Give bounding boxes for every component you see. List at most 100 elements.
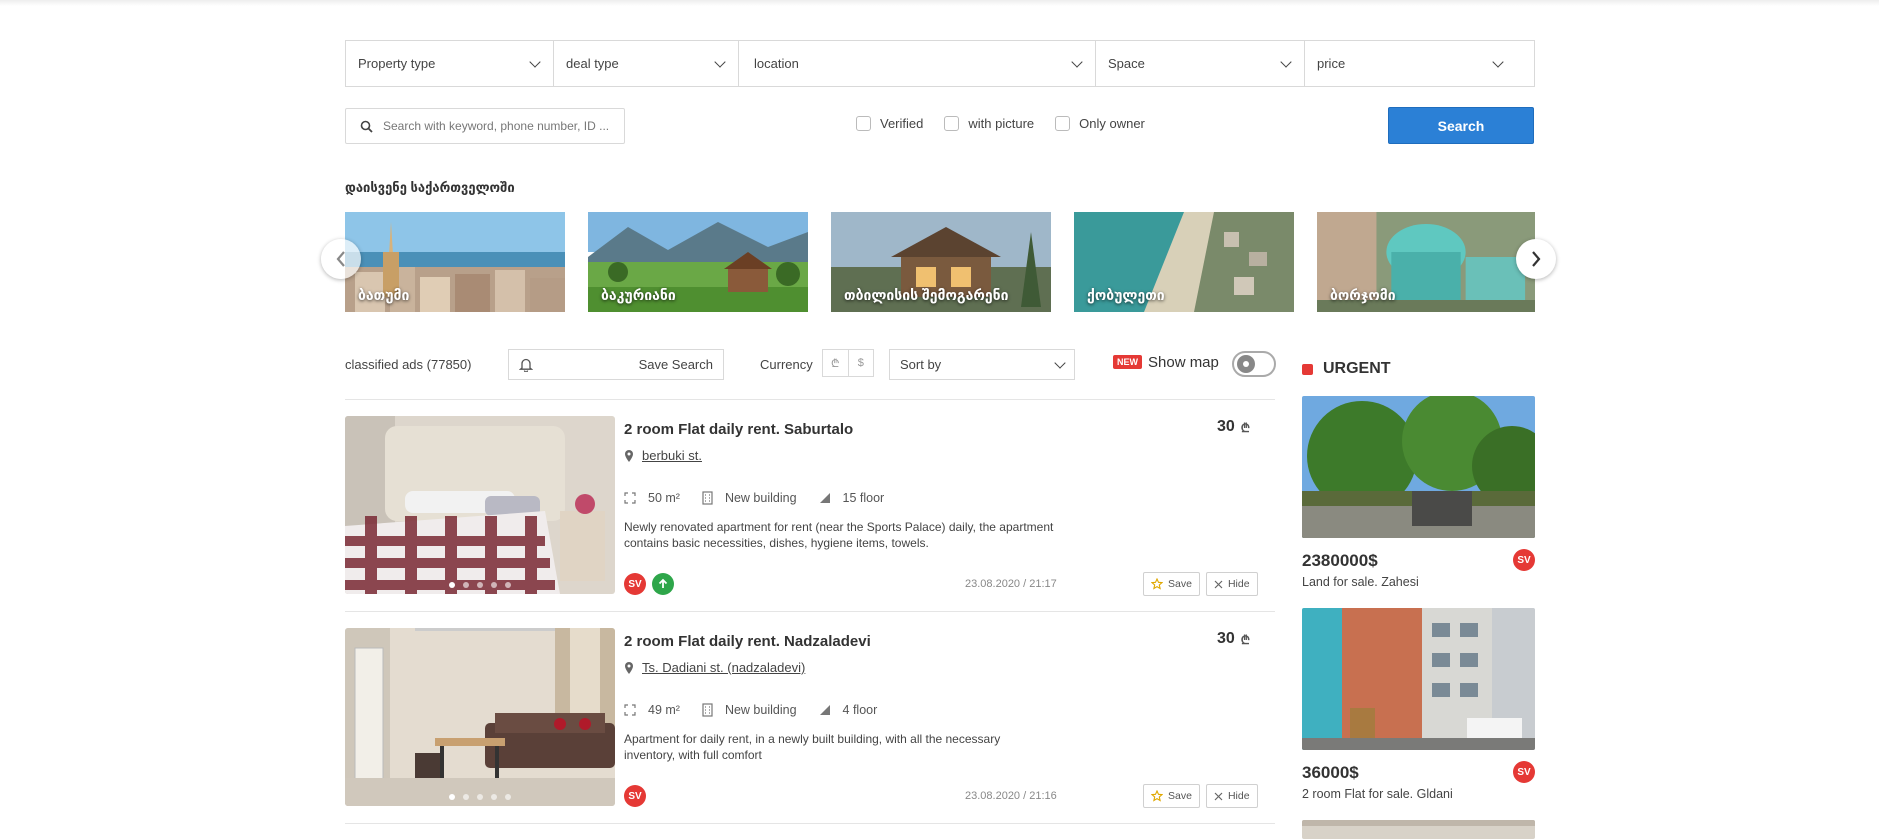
pagination-dot[interactable] xyxy=(477,582,483,588)
search-button[interactable]: Search xyxy=(1388,107,1534,144)
pagination-dot[interactable] xyxy=(449,794,455,800)
show-map-label: Show map xyxy=(1148,354,1219,371)
sv-badge: SV xyxy=(1513,761,1535,783)
listing-badges: SV xyxy=(624,785,646,807)
listing-title[interactable]: 2 room Flat daily rent. Saburtalo xyxy=(624,421,853,438)
urgent-card[interactable]: 2380000$ Land for sale. Zahesi SV xyxy=(1302,396,1535,589)
save-listing-button[interactable]: Save xyxy=(1143,572,1200,596)
divider xyxy=(345,611,1275,612)
save-search-button[interactable]: Save Search xyxy=(508,349,724,380)
checkbox-box[interactable] xyxy=(1055,116,1071,131)
deal-type-select[interactable]: deal type xyxy=(554,41,739,86)
listing-photo[interactable] xyxy=(345,628,615,806)
urgent-description[interactable]: 2 room Flat for sale. Gldani xyxy=(1302,787,1535,801)
address-text[interactable]: Ts. Dadiani st. (nadzaladevi) xyxy=(642,660,805,675)
land-image xyxy=(1302,396,1535,538)
bell-icon xyxy=(519,358,533,372)
pagination-dot[interactable] xyxy=(491,582,497,588)
verified-label: Verified xyxy=(880,116,924,131)
price-value: 30 xyxy=(1217,418,1235,435)
with-picture-checkbox[interactable]: with picture xyxy=(944,116,1034,131)
pagination-dot[interactable] xyxy=(463,794,469,800)
urgent-heading: URGENT xyxy=(1302,360,1391,378)
section-title: დაისვენე საქართველოში xyxy=(345,180,515,195)
chevron-right-icon xyxy=(1532,251,1541,267)
listing-card[interactable]: 2 room Flat daily rent. Saburtalo berbuk… xyxy=(345,416,1275,596)
destination-label: თბილისის შემოგარენი xyxy=(844,287,1009,303)
currency-label: Currency xyxy=(760,357,813,372)
bedroom-image xyxy=(345,416,615,594)
destination-card-bakuriani[interactable]: ბაკურიანი xyxy=(588,212,808,312)
destination-card-tbilisi-outskirts[interactable]: თბილისის შემოგარენი xyxy=(831,212,1051,312)
hide-listing-button[interactable]: Hide xyxy=(1205,784,1258,808)
urgent-description[interactable]: Land for sale. Zahesi xyxy=(1302,575,1535,589)
urgent-card-photo[interactable] xyxy=(1302,608,1535,750)
pagination-dot[interactable] xyxy=(491,794,497,800)
property-type-select[interactable]: Property type xyxy=(346,41,554,86)
sort-by-select[interactable]: Sort by xyxy=(889,349,1075,380)
verified-checkbox[interactable]: Verified xyxy=(856,116,923,131)
urgent-card[interactable] xyxy=(1302,820,1535,839)
listing-address[interactable]: Ts. Dadiani st. (nadzaladevi) xyxy=(624,660,805,675)
currency-gel-option[interactable]: ₾ xyxy=(823,350,849,376)
pagination-dot[interactable] xyxy=(477,794,483,800)
destination-card-borjomi[interactable]: ბორჯომი xyxy=(1317,212,1535,312)
carousel-next-button[interactable] xyxy=(1516,239,1556,279)
close-icon xyxy=(1214,580,1223,588)
listing-actions: Save Hide xyxy=(1143,572,1258,596)
location-select[interactable]: location xyxy=(739,41,1096,86)
divider xyxy=(345,823,1275,824)
listing-title[interactable]: 2 room Flat daily rent. Nadzaladevi xyxy=(624,633,871,650)
location-pin-icon xyxy=(625,661,633,674)
pagination-dot[interactable] xyxy=(505,582,511,588)
listing-address[interactable]: berbuki st. xyxy=(624,448,702,463)
floor-icon xyxy=(819,493,830,503)
building-icon xyxy=(702,703,713,717)
listing-actions: Save Hide xyxy=(1143,784,1258,808)
space-select[interactable]: Space xyxy=(1096,41,1305,86)
listing-card[interactable]: 2 room Flat daily rent. Nadzaladevi Ts. … xyxy=(345,628,1275,808)
save-label: Save xyxy=(1168,790,1192,802)
urgent-card-photo[interactable] xyxy=(1302,820,1535,839)
address-text[interactable]: berbuki st. xyxy=(642,448,702,463)
building-text: New building xyxy=(724,491,797,505)
price-label: price xyxy=(1317,56,1346,71)
chevron-down-icon xyxy=(1492,55,1504,68)
checkbox-box[interactable] xyxy=(856,116,871,131)
listing-price: 30 ₾ xyxy=(1217,630,1250,648)
location-label: location xyxy=(754,56,799,71)
only-owner-checkbox[interactable]: Only owner xyxy=(1055,116,1145,131)
pagination-dot[interactable] xyxy=(449,582,455,588)
show-map-toggle[interactable] xyxy=(1232,351,1276,377)
lari-icon: ₾ xyxy=(1240,420,1251,435)
checkbox-box[interactable] xyxy=(944,116,960,131)
currency-usd-option[interactable]: $ xyxy=(849,350,874,376)
destination-card-kobuleti[interactable]: ქობულეთი xyxy=(1074,212,1294,312)
price-select[interactable]: price xyxy=(1305,41,1534,86)
save-label: Save xyxy=(1168,578,1192,590)
floor-info: 4 floor xyxy=(819,703,877,717)
area-icon xyxy=(624,492,636,504)
pagination-dot[interactable] xyxy=(463,582,469,588)
building-icon xyxy=(702,491,713,505)
save-search-label: Save Search xyxy=(638,357,713,372)
star-icon xyxy=(1151,790,1163,802)
destinations-carousel: ბათუმი ბაკურიანი თბილისის შემოგარენი ქობ… xyxy=(345,212,1535,312)
sort-by-label: Sort by xyxy=(900,357,942,372)
photo-pagination xyxy=(345,582,615,588)
urgent-card-photo[interactable] xyxy=(1302,396,1535,538)
save-listing-button[interactable]: Save xyxy=(1143,784,1200,808)
carousel-prev-button[interactable] xyxy=(321,239,361,279)
urgent-price-currency: $ xyxy=(1368,551,1378,570)
hide-listing-button[interactable]: Hide xyxy=(1205,572,1258,596)
urgent-card[interactable]: 36000$ 2 room Flat for sale. Gldani SV xyxy=(1302,608,1535,801)
destination-card-batumi[interactable]: ბათუმი xyxy=(345,212,565,312)
search-input[interactable] xyxy=(383,119,623,133)
listing-photo[interactable] xyxy=(345,416,615,594)
hide-label: Hide xyxy=(1227,578,1250,590)
results-toolbar: classified ads (77850) Save Search Curre… xyxy=(345,349,1276,381)
chevron-down-icon xyxy=(1280,55,1292,68)
listing-date: 23.08.2020 / 21:17 xyxy=(965,578,1057,590)
floor-text: 15 floor xyxy=(842,491,885,505)
pagination-dot[interactable] xyxy=(505,794,511,800)
